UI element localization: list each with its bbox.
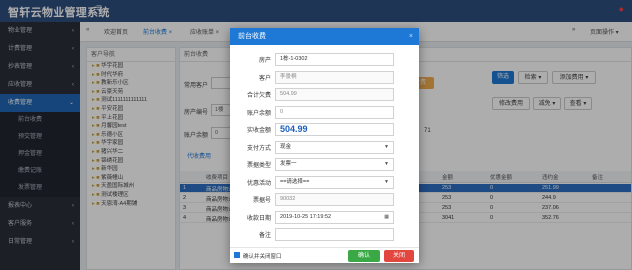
modal-select[interactable]: 现金 ▼ <box>275 140 394 154</box>
confirm-close-checkbox[interactable] <box>234 252 240 258</box>
modal-field-row: 备注 <box>230 227 419 244</box>
modal-field-row: 票据号 90032 <box>230 192 419 209</box>
modal-input[interactable] <box>275 228 394 241</box>
calendar-icon[interactable]: ▦ <box>384 212 389 223</box>
modal-field-label: 备注 <box>258 233 271 239</box>
close-icon[interactable]: × <box>409 28 413 45</box>
modal-field-row: 账户余额 0 <box>230 105 419 122</box>
modal-field-value: 2019-10-25 17:19:52 <box>280 213 332 220</box>
modal-field-row: 优惠活动 ==请选择== ▼ <box>230 175 419 192</box>
modal-input[interactable]: 1栋-1-0302 <box>275 53 394 66</box>
modal-title: 前台收费 <box>238 33 266 40</box>
modal-field-row: 收款日期 2019-10-25 17:19:52 ▦ <box>230 210 419 227</box>
modal-select[interactable]: 发票一 ▼ <box>275 158 394 171</box>
modal-input[interactable]: 2019-10-25 17:19:52 ▦ <box>275 210 394 224</box>
modal-input[interactable]: 504.99 <box>275 123 394 136</box>
modal-field-label: 支付方式 <box>246 145 271 152</box>
confirm-button[interactable]: 确认 <box>348 250 380 262</box>
modal-field-value: 1栋-1-0302 <box>280 56 308 62</box>
modal-field-label: 收款日期 <box>246 215 271 222</box>
modal-field-row: 合计欠费 504.99 <box>230 87 419 104</box>
modal-field-value: 0 <box>280 108 284 115</box>
caret-down-icon: ▼ <box>384 161 389 167</box>
modal-field-label: 房产 <box>258 58 271 64</box>
modal-field-label: 实收金额 <box>246 128 271 134</box>
modal-select[interactable]: ==请选择== ▼ <box>275 175 394 189</box>
modal-input[interactable]: 504.99 <box>275 88 394 101</box>
modal-field-value: 发票一 <box>280 161 297 167</box>
close-button[interactable]: 关闭 <box>384 250 414 262</box>
modal-field-label: 客户 <box>258 75 271 82</box>
modal-footer: 确认并关闭窗口 确认 关闭 <box>230 247 419 263</box>
modal-input[interactable]: 0 <box>275 105 394 119</box>
modal-field-value: 504.99 <box>280 91 297 97</box>
modal-input[interactable]: 李景桐 <box>275 70 394 84</box>
modal-field-value: 现金 <box>280 143 292 150</box>
modal-field-row: 客户 李景桐 <box>230 70 419 87</box>
confirm-close-label: 确认并关闭窗口 <box>243 254 282 260</box>
modal-field-value: 504.99 <box>280 124 308 134</box>
modal-field-value: 李景桐 <box>280 73 297 80</box>
modal-field-row: 票据类型 发票一 ▼ <box>230 157 419 174</box>
modal-field-label: 账户余额 <box>246 110 271 117</box>
modal-field-value: ==请选择== <box>280 178 310 185</box>
modal-field-label: 合计欠费 <box>246 93 271 99</box>
caret-down-icon: ▼ <box>384 178 389 185</box>
modal-input[interactable]: 90032 <box>275 193 394 206</box>
modal-header: 前台收费 × <box>230 28 419 45</box>
modal-field-label: 票据号 <box>252 198 271 204</box>
charge-modal: 前台收费 × 房产 1栋-1-0302 客户 李景桐合计欠费 504.99 账户余额 0 实收… <box>230 28 419 263</box>
modal-field-label: 优惠活动 <box>246 180 271 187</box>
modal-field-row: 实收金额 504.99 <box>230 122 419 139</box>
modal-field-label: 票据类型 <box>246 163 271 169</box>
modal-field-row: 支付方式 现金 ▼ <box>230 140 419 157</box>
caret-down-icon: ▼ <box>384 143 389 150</box>
modal-field-row: 房产 1栋-1-0302 <box>230 52 419 69</box>
modal-field-value: 90032 <box>280 196 296 202</box>
